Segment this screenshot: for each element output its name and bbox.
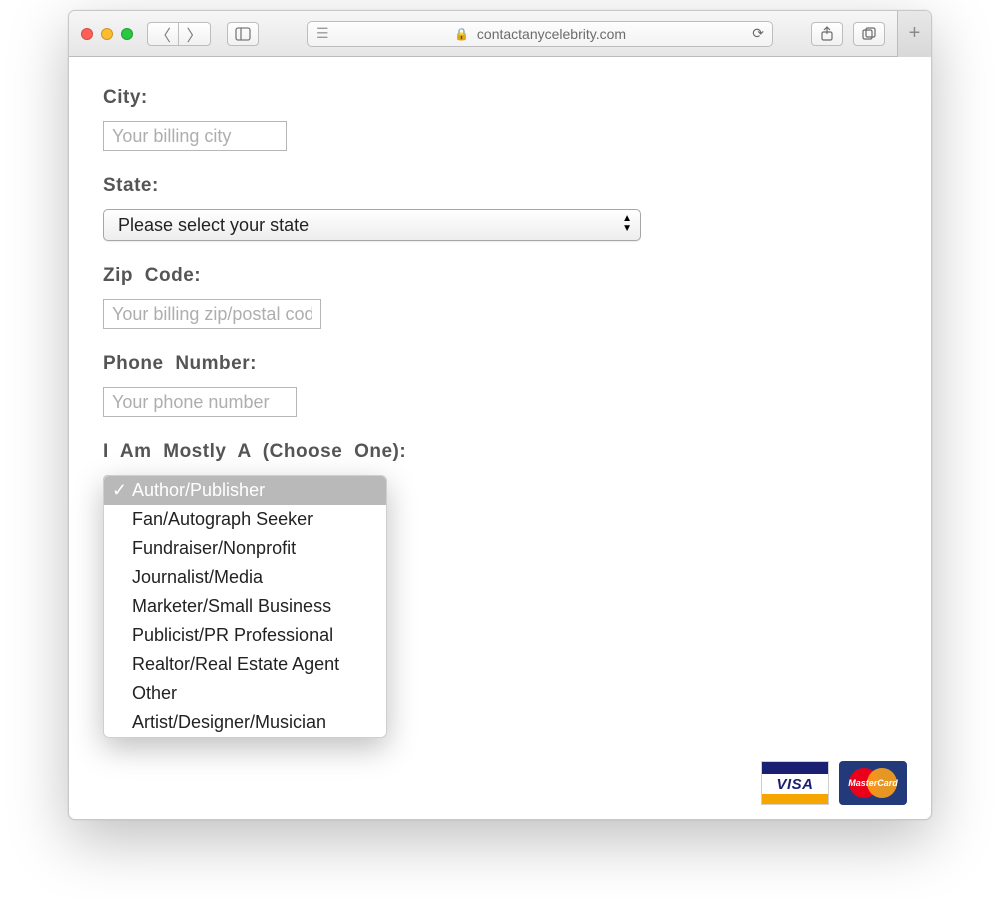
window-controls	[81, 28, 133, 40]
payment-card-logos: VISA MasterCard	[761, 761, 907, 805]
city-input[interactable]	[103, 121, 287, 151]
role-label: I Am Mostly A (Choose One):	[103, 441, 897, 463]
state-select[interactable]: Please select your state ▲▼	[103, 209, 641, 241]
role-dropdown: Author/Publisher Fan/Autograph Seeker Fu…	[103, 475, 387, 738]
sidebar-icon	[235, 26, 251, 42]
reload-button[interactable]: ⟳	[752, 25, 764, 42]
state-selected-value: Please select your state	[118, 215, 309, 236]
address-bar[interactable]: ☰ 🔒 contactanycelebrity.com ⟳	[307, 21, 773, 47]
safari-window: 〈 〉 ☰ 🔒 contactanycelebrity.com ⟳ + City…	[68, 10, 932, 820]
phone-label: Phone Number:	[103, 353, 897, 375]
role-option[interactable]: Other	[104, 679, 386, 708]
phone-input[interactable]	[103, 387, 297, 417]
city-label: City:	[103, 87, 897, 109]
role-option[interactable]: Author/Publisher	[104, 476, 386, 505]
url-host: contactanycelebrity.com	[477, 26, 626, 42]
window-titlebar: 〈 〉 ☰ 🔒 contactanycelebrity.com ⟳ +	[69, 11, 931, 57]
zoom-window-button[interactable]	[121, 28, 133, 40]
new-tab-button[interactable]: +	[897, 11, 931, 57]
toolbar-right: +	[811, 22, 919, 46]
tabs-icon	[861, 26, 877, 42]
select-arrows-icon: ▲▼	[622, 214, 632, 234]
role-option[interactable]: Journalist/Media	[104, 563, 386, 592]
minimize-window-button[interactable]	[101, 28, 113, 40]
page-content: City: State: Please select your state ▲▼…	[69, 57, 931, 819]
tabs-button[interactable]	[853, 22, 885, 46]
back-button[interactable]: 〈	[147, 22, 179, 46]
role-option[interactable]: Fundraiser/Nonprofit	[104, 534, 386, 563]
role-option[interactable]: Fan/Autograph Seeker	[104, 505, 386, 534]
zip-input[interactable]	[103, 299, 321, 329]
reader-icon[interactable]: ☰	[316, 25, 329, 42]
role-option[interactable]: Marketer/Small Business	[104, 592, 386, 621]
state-label: State:	[103, 175, 897, 197]
nav-buttons: 〈 〉	[147, 22, 211, 46]
role-option[interactable]: Realtor/Real Estate Agent	[104, 650, 386, 679]
mastercard-text: MasterCard	[848, 778, 898, 788]
sidebar-button[interactable]	[227, 22, 259, 46]
visa-logo: VISA	[761, 761, 829, 805]
forward-button[interactable]: 〉	[179, 22, 211, 46]
share-icon	[819, 26, 835, 42]
visa-text: VISA	[776, 776, 813, 793]
role-option[interactable]: Publicist/PR Professional	[104, 621, 386, 650]
share-button[interactable]	[811, 22, 843, 46]
close-window-button[interactable]	[81, 28, 93, 40]
zip-label: Zip Code:	[103, 265, 897, 287]
lock-icon: 🔒	[454, 27, 469, 41]
role-option[interactable]: Artist/Designer/Musician	[104, 708, 386, 737]
mastercard-logo: MasterCard	[839, 761, 907, 805]
